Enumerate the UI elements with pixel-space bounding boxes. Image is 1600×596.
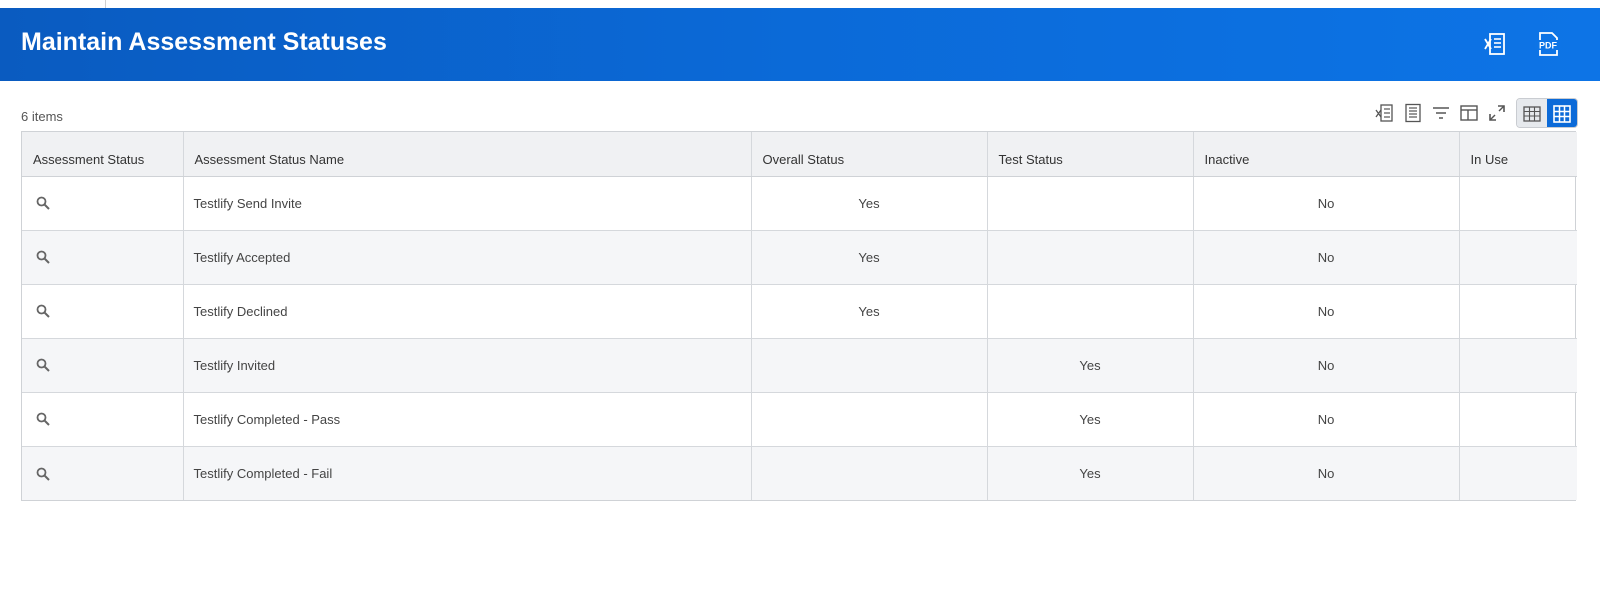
column-layout-icon[interactable]	[1456, 100, 1482, 126]
assessment-status-cell	[22, 284, 184, 339]
table-row: Testlify Completed - Fail Yes No	[22, 446, 1577, 500]
status-name-cell: Testlify Send Invite	[183, 176, 752, 231]
item-count: 6 items	[21, 109, 63, 124]
inactive-cell: No	[1193, 284, 1460, 339]
in-use-cell	[1459, 446, 1577, 500]
inactive-cell: No	[1193, 230, 1460, 285]
table-row: Testlify Declined Yes No	[22, 284, 1577, 339]
test-status-cell: Yes	[987, 446, 1194, 500]
top-strip	[0, 0, 1600, 8]
test-status-cell: Yes	[987, 338, 1194, 393]
header-row: Assessment Status Assessment Status Name…	[22, 132, 1577, 177]
assessment-status-cell	[22, 230, 184, 285]
in-use-cell	[1459, 176, 1577, 231]
status-name-cell: Testlify Declined	[183, 284, 752, 339]
filter-icon[interactable]	[1428, 100, 1454, 126]
excel-export-icon[interactable]	[1482, 30, 1510, 58]
status-name-cell: Testlify Accepted	[183, 230, 752, 285]
inactive-cell: No	[1193, 338, 1460, 393]
form-view-icon[interactable]	[1400, 100, 1426, 126]
magnifier-icon[interactable]	[35, 357, 51, 373]
pdf-label: PDF	[1539, 41, 1558, 51]
overall-status-cell	[751, 446, 988, 500]
test-status-cell	[987, 176, 1194, 231]
overall-status-cell	[751, 338, 988, 393]
top-strip-divider	[105, 0, 106, 8]
magnifier-icon[interactable]	[35, 195, 51, 211]
magnifier-icon[interactable]	[35, 411, 51, 427]
overall-status-cell: Yes	[751, 176, 988, 231]
assessment-status-cell	[22, 392, 184, 447]
magnifier-icon[interactable]	[35, 466, 51, 482]
overall-status-cell	[751, 392, 988, 447]
page-header: Maintain Assessment Statuses PDF	[0, 8, 1600, 81]
table-row: Testlify Accepted Yes No	[22, 230, 1577, 285]
view-toggle	[1516, 98, 1578, 128]
inactive-cell: No	[1193, 446, 1460, 500]
table-row: Testlify Invited Yes No	[22, 338, 1577, 393]
assessment-status-cell	[22, 176, 184, 231]
test-status-cell	[987, 230, 1194, 285]
column-header-overall-status[interactable]: Overall Status	[751, 132, 988, 177]
table-view-icon[interactable]	[1517, 99, 1547, 127]
inactive-cell: No	[1193, 176, 1460, 231]
test-status-cell: Yes	[987, 392, 1194, 447]
in-use-cell	[1459, 338, 1577, 393]
overall-status-cell: Yes	[751, 284, 988, 339]
grid-toolbar	[1372, 98, 1578, 128]
column-header-assessment-status-name[interactable]: Assessment Status Name	[183, 132, 752, 177]
column-header-in-use[interactable]: In Use	[1459, 132, 1577, 177]
status-name-cell: Testlify Completed - Pass	[183, 392, 752, 447]
table-row: Testlify Completed - Pass Yes No	[22, 392, 1577, 447]
in-use-cell	[1459, 230, 1577, 285]
magnifier-icon[interactable]	[35, 303, 51, 319]
test-status-cell	[987, 284, 1194, 339]
assessment-status-grid: Assessment Status Assessment Status Name…	[21, 131, 1577, 501]
grid-view-icon[interactable]	[1547, 99, 1577, 127]
in-use-cell	[1459, 392, 1577, 447]
inactive-cell: No	[1193, 392, 1460, 447]
column-header-test-status[interactable]: Test Status	[987, 132, 1194, 177]
column-header-assessment-status[interactable]: Assessment Status	[22, 132, 184, 177]
assessment-status-cell	[22, 338, 184, 393]
page-title: Maintain Assessment Statuses	[21, 28, 387, 56]
magnifier-icon[interactable]	[35, 249, 51, 265]
table-row: Testlify Send Invite Yes No	[22, 176, 1577, 231]
status-name-cell: Testlify Invited	[183, 338, 752, 393]
in-use-cell	[1459, 284, 1577, 339]
overall-status-cell: Yes	[751, 230, 988, 285]
column-header-inactive[interactable]: Inactive	[1193, 132, 1460, 177]
assessment-status-cell	[22, 446, 184, 500]
status-name-cell: Testlify Completed - Fail	[183, 446, 752, 500]
excel-export-icon[interactable]	[1372, 100, 1398, 126]
pdf-export-icon[interactable]: PDF	[1534, 30, 1562, 58]
fullscreen-icon[interactable]	[1484, 100, 1510, 126]
